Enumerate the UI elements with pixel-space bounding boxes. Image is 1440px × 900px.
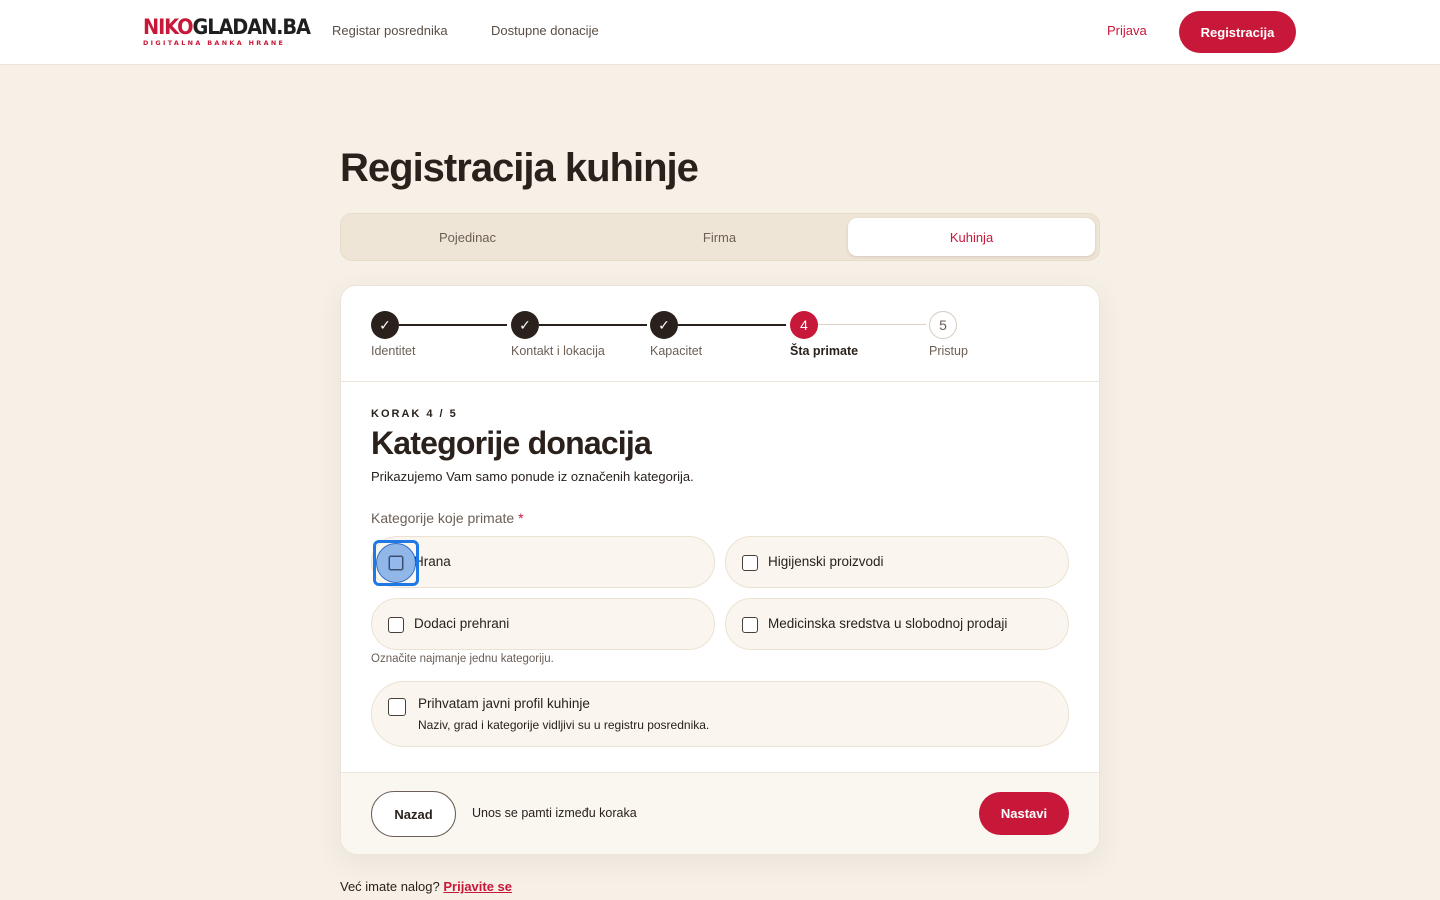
categories-field-label: Kategorije koje primate * [371,510,524,526]
step-counter: KORAK 4 / 5 [371,408,458,420]
registration-type-tabs: Pojedinac Firma Kuhinja [340,213,1100,261]
step-1-label: Identitet [371,344,416,358]
top-navigation-bar: NIKOGLADAN.BA DIGITALNA BANKA HRANE Regi… [0,0,1440,65]
cursor-highlight [376,543,416,583]
required-asterisk: * [518,510,524,526]
option-label-higijenski-proizvodi: Higijenski proizvodi [768,554,884,569]
step-5-label: Pristup [929,344,968,358]
login-link[interactable]: Prijava [1107,23,1147,38]
tab-pojedinac[interactable]: Pojedinac [344,218,591,256]
register-button[interactable]: Registracija [1179,11,1296,53]
page-title: Registracija kuhinje [340,146,699,190]
back-button[interactable]: Nazad [371,791,456,837]
public-profile-option[interactable]: Prihvatam javni profil kuhinje Naziv, gr… [371,681,1069,747]
option-medicinska-sredstva[interactable]: Medicinska sredstva u slobodnoj prodaji [725,598,1069,650]
logo-text-red: NIKO [143,15,194,39]
checkbox-medicinska-sredstva[interactable] [742,617,758,633]
public-profile-title: Prihvatam javni profil kuhinje [418,696,590,711]
categories-hint: Označite najmanje jednu kategoriju. [371,653,554,665]
card-footer: Nazad Unos se pamti između koraka Nastav… [341,772,1099,854]
categories-label-text: Kategorije koje primate [371,510,515,526]
continue-button[interactable]: Nastavi [979,792,1069,835]
step-3-check-icon: ✓ [650,311,678,339]
option-hrana[interactable]: Hrana [371,536,715,588]
checkbox-public-profile[interactable] [388,698,406,716]
option-higijenski-proizvodi[interactable]: Higijenski proizvodi [725,536,1069,588]
step-connector [678,324,786,326]
step-2-check-icon: ✓ [511,311,539,339]
tab-kuhinja[interactable]: Kuhinja [848,218,1095,256]
step-connector [399,324,507,326]
step-2-label: Kontakt i lokacija [511,344,605,358]
section-title: Kategorije donacija [371,425,652,461]
step-4-label: Šta primate [790,344,859,358]
nav-link-registar-posrednika[interactable]: Registar posrednika [332,23,448,38]
checkbox-dodaci-prehrani[interactable] [388,617,404,633]
login-prompt: Već imate nalog? Prijavite se [340,879,512,894]
step-5-number: 5 [929,311,957,339]
login-prompt-text: Već imate nalog? [340,879,440,894]
checkbox-higijenski-proizvodi[interactable] [742,555,758,571]
tab-firma[interactable]: Firma [596,218,843,256]
option-label-hrana: Hrana [414,554,451,569]
step-4-number: 4 [790,311,818,339]
checkbox-outline-icon [389,556,403,570]
logo-text-dark: GLADAN.BA [192,15,310,39]
logo-tagline: DIGITALNA BANKA HRANE [143,39,286,47]
step-connector [539,324,647,326]
option-label-medicinska-sredstva: Medicinska sredstva u slobodnoj prodaji [768,616,1008,631]
section-description: Prikazujemo Vam samo ponude iz označenih… [371,469,694,484]
stepper: ✓ ✓ ✓ 4 5 Identitet Kontakt i lokacija K… [341,286,1099,382]
registration-card: ✓ ✓ ✓ 4 5 Identitet Kontakt i lokacija K… [340,285,1100,854]
option-dodaci-prehrani[interactable]: Dodaci prehrani [371,598,715,650]
step-1-check-icon: ✓ [371,311,399,339]
option-label-dodaci-prehrani: Dodaci prehrani [414,616,510,631]
nav-link-dostupne-donacije[interactable]: Dostupne donacije [491,23,599,38]
login-prompt-link[interactable]: Prijavite se [443,879,512,894]
step-connector [818,324,926,325]
site-logo[interactable]: NIKOGLADAN.BA DIGITALNA BANKA HRANE [143,15,311,48]
step-3-label: Kapacitet [650,344,703,358]
autosave-note: Unos se pamti između koraka [472,806,637,820]
public-profile-description: Naziv, grad i kategorije vidljivi su u r… [418,718,710,732]
